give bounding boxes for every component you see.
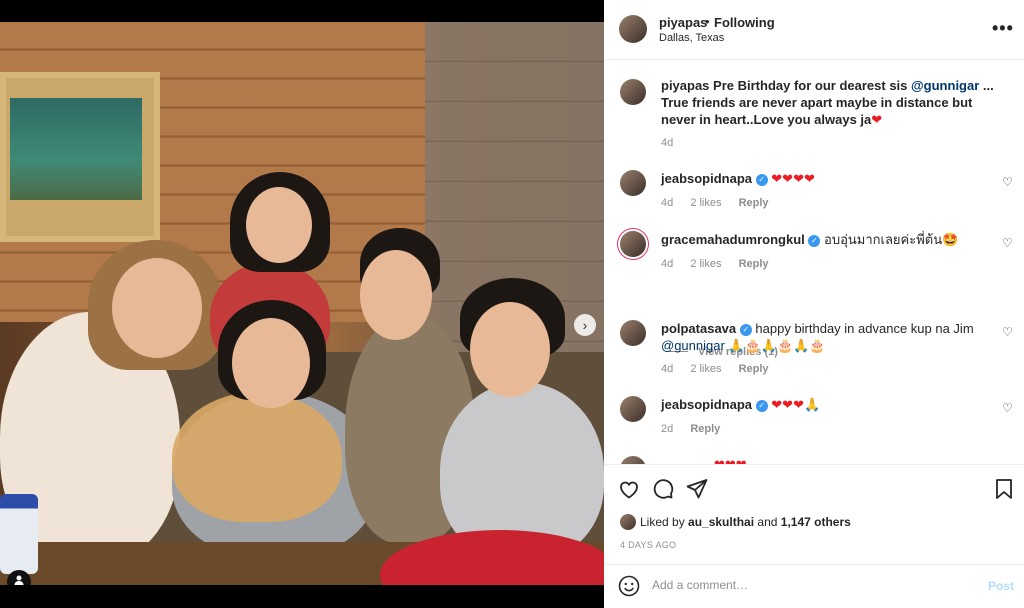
likes-count[interactable]: 1,147 others (781, 515, 851, 529)
comment-text: ❤❤❤ (714, 456, 1024, 464)
person-scarf-face (360, 250, 432, 340)
liked-by-prefix: Liked by (640, 515, 689, 529)
comment-heart-icon[interactable]: ♡ (1002, 401, 1013, 415)
liked-by-and: and (754, 515, 781, 529)
chevron-right-icon[interactable]: › (574, 314, 596, 336)
time: 4d (661, 197, 674, 209)
liked-by-user[interactable]: au_skulthai (688, 515, 754, 529)
person-right-face (470, 302, 550, 397)
avatar[interactable] (620, 170, 646, 196)
post-button[interactable]: Post (988, 579, 1014, 593)
more-options-icon[interactable]: ••• (992, 18, 1014, 39)
like-count[interactable]: 2 likes (690, 197, 721, 209)
reply-button[interactable]: Reply (690, 423, 720, 435)
time: 4d (661, 258, 674, 270)
caption-text: piyapas Pre Birthday for our dearest sis… (661, 77, 1006, 128)
share-icon[interactable] (685, 477, 709, 501)
like-count[interactable]: 2 likes (690, 363, 721, 375)
comments-section[interactable]: piyapas Pre Birthday for our dearest sis… (604, 60, 1024, 464)
avatar[interactable] (620, 396, 646, 422)
comment-emojis: 🙏🎂🙏🎂🙏🎂 (728, 338, 826, 353)
comment-body: happy birthday in advance kup na Jim (755, 321, 974, 336)
verified-badge-icon: ✓ (755, 400, 768, 412)
person-center-face (232, 318, 310, 408)
comment-meta: 4d 2 likes Reply (661, 363, 783, 375)
comment-meta: 2d Reply (661, 423, 734, 435)
separator-dot: • (705, 14, 710, 29)
comment-heart-icon[interactable]: ♡ (1002, 325, 1013, 339)
comment-username[interactable]: jeabsopidnapa (661, 171, 752, 186)
avatar[interactable] (619, 15, 647, 43)
caption-line1: Pre Birthday for our dearest sis (713, 78, 911, 93)
post-actions: Liked by au_skulthai and 1,147 others 4 … (604, 464, 1024, 564)
verified-badge-icon: ✓ (755, 174, 768, 186)
add-comment-bar: Post (604, 564, 1024, 608)
comment-body: ❤❤❤ (714, 457, 747, 464)
reply-button[interactable]: Reply (739, 363, 769, 375)
caption-time: 4d (661, 137, 687, 149)
comment-heart-icon[interactable]: ♡ (1002, 236, 1013, 250)
reply-button[interactable]: Reply (739, 197, 769, 209)
comment-meta: 4d 2 likes Reply (661, 197, 783, 209)
emoji-icon[interactable] (618, 575, 640, 597)
comment-username[interactable]: jeabsopidnapa (661, 397, 752, 412)
wall-painting (0, 72, 160, 242)
comment-username[interactable]: gracemahadumrongkul (661, 232, 805, 247)
person-back-face (246, 187, 312, 263)
heart-emoji: ❤ (871, 112, 883, 127)
following-button[interactable]: Following (714, 15, 775, 30)
time: 4d (661, 137, 674, 149)
verified-badge-icon: ✓ (739, 324, 752, 336)
time: 2d (661, 423, 674, 435)
caption-username[interactable]: piyapas (661, 78, 709, 93)
liked-by: Liked by au_skulthai and 1,147 others (620, 514, 851, 530)
location[interactable]: Dallas, Texas (659, 32, 724, 44)
mention-link[interactable]: @gunnigar (661, 338, 725, 353)
reply-button[interactable]: Reply (739, 258, 769, 270)
comment-text: gracemahadumrongkul ✓ อบอุ่นมากเลยค่ะพี่… (661, 231, 1006, 248)
comment-body: ❤❤❤❤ (771, 171, 815, 186)
post-side-panel: piyapas • Following Dallas, Texas ••• pi… (604, 0, 1024, 608)
like-count[interactable]: 2 likes (690, 258, 721, 270)
avatar[interactable] (620, 514, 636, 530)
comment-body: ❤❤❤🙏 (771, 397, 821, 412)
avatar[interactable] (620, 231, 646, 257)
comment-input[interactable] (652, 578, 952, 592)
caption-ellipsis: ... (979, 78, 994, 93)
bookmark-icon[interactable] (992, 477, 1016, 501)
water-bottle (0, 494, 38, 574)
mention-link[interactable]: @gunnigar (911, 78, 979, 93)
comment-username[interactable]: polpatasava (661, 321, 736, 336)
avatar[interactable] (620, 320, 646, 346)
fur-collar (172, 392, 342, 522)
comment-heart-icon[interactable]: ♡ (1002, 175, 1013, 189)
post-timestamp[interactable]: 4 DAYS AGO (620, 540, 676, 550)
comment-meta: 4d 2 likes Reply (661, 258, 783, 270)
post-header: piyapas • Following Dallas, Texas ••• (604, 0, 1024, 60)
post-author[interactable]: piyapas (659, 15, 707, 30)
avatar[interactable] (620, 456, 646, 464)
avatar[interactable] (620, 79, 646, 105)
comment-icon[interactable] (651, 477, 675, 501)
comment-text: jeabsopidnapa ✓ ❤❤❤🙏 (661, 396, 1006, 413)
comment-text: jeabsopidnapa ✓ ❤❤❤❤ (661, 170, 1006, 187)
heart-icon[interactable] (617, 477, 641, 501)
post-photo[interactable]: › (0, 22, 604, 585)
comment-text: polpatasava ✓ happy birthday in advance … (661, 320, 1006, 354)
person-left-face (112, 258, 202, 358)
caption-line2: True friends are never apart maybe in di… (661, 95, 973, 127)
time: 4d (661, 363, 674, 375)
verified-badge-icon: ✓ (808, 235, 821, 247)
comment-body: อบอุ่นมากเลยค่ะพี่ต้น🤩 (824, 232, 959, 247)
